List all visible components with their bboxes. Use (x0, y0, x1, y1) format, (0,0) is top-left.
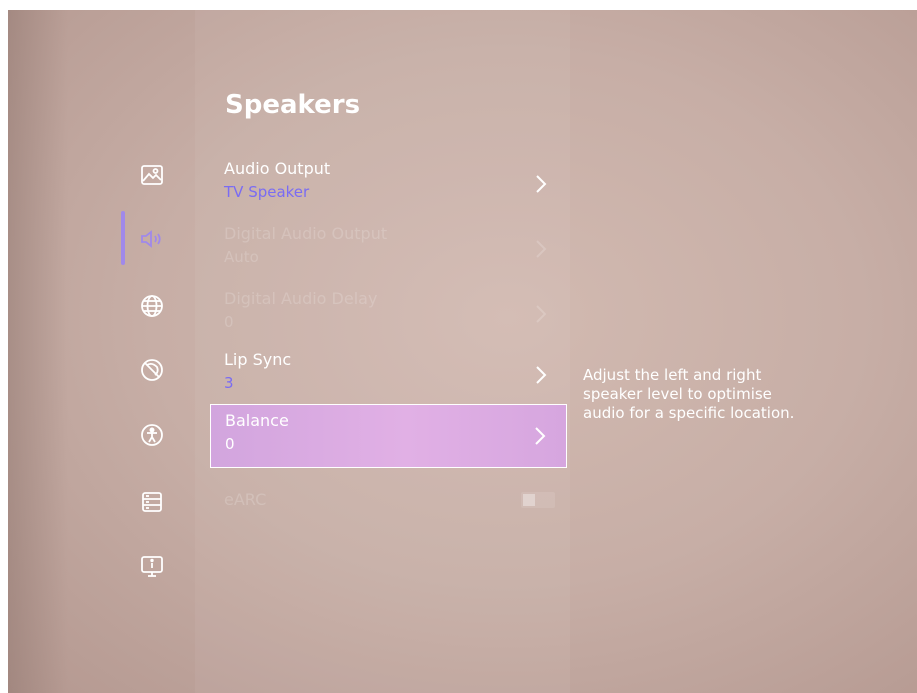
menu-item-value: Auto (224, 248, 259, 266)
accessibility-icon[interactable] (137, 420, 167, 450)
page-title: Speakers (225, 90, 361, 120)
menu-item-value: TV Speaker (224, 183, 310, 201)
menu-item-digital-audio-output: Digital Audio Output Auto (210, 218, 567, 282)
chevron-right-icon (536, 175, 547, 193)
menu-item-value: 3 (224, 374, 234, 392)
menu-item-label: Digital Audio Output (224, 224, 388, 243)
top-frame (0, 0, 917, 10)
earc-toggle (521, 492, 555, 508)
menu-item-label: Lip Sync (224, 350, 292, 369)
info-screen-icon[interactable] (137, 551, 167, 581)
help-description: Adjust the left and right speaker level … (583, 366, 795, 422)
chevron-right-icon (536, 366, 547, 384)
active-indicator (121, 211, 125, 265)
menu-item-value: 0 (225, 435, 235, 453)
storage-icon[interactable] (137, 487, 167, 517)
chevron-right-icon (536, 240, 547, 258)
picture-icon[interactable] (137, 160, 167, 190)
no-disturb-icon[interactable] (137, 355, 167, 385)
chevron-right-icon (535, 427, 546, 445)
menu-item-label: Digital Audio Delay (224, 289, 378, 308)
chevron-right-icon (536, 305, 547, 323)
menu-item-label: Audio Output (224, 159, 331, 178)
menu-item-audio-output[interactable]: Audio Output TV Speaker (210, 153, 567, 217)
menu-item-label: Balance (225, 411, 289, 430)
toggle-knob (523, 494, 535, 506)
screen-shadow (8, 10, 68, 693)
sound-icon[interactable] (137, 224, 167, 254)
menu-item-value: 0 (224, 313, 234, 331)
menu-item-lip-sync[interactable]: Lip Sync 3 (210, 344, 567, 408)
menu-item-label: eARC (224, 490, 267, 509)
menu-item-balance[interactable]: Balance 0 (210, 404, 567, 468)
globe-icon[interactable] (137, 291, 167, 321)
menu-item-earc: eARC (210, 470, 567, 534)
menu-item-digital-audio-delay: Digital Audio Delay 0 (210, 283, 567, 347)
left-frame (0, 0, 8, 693)
